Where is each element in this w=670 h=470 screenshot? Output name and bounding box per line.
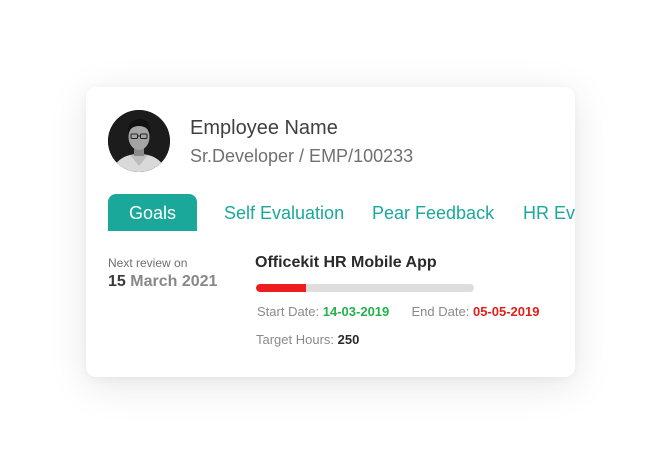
start-date-value: 14-03-2019 <box>322 304 390 319</box>
tab-self-evaluation[interactable]: Self Evaluation <box>224 194 344 232</box>
project-dates: Start Date: 14-03-2019 End Date: 05-05-2… <box>257 304 539 319</box>
avatar <box>108 110 170 172</box>
next-review-date: 15 March 2021 <box>108 273 217 291</box>
tab-goals[interactable]: Goals <box>108 194 198 231</box>
target-hours-label: Target Hours: <box>256 332 335 347</box>
target-hours-value: 250 <box>337 332 360 347</box>
tab-pear-feedback[interactable]: Pear Feedback <box>372 194 494 232</box>
project-title: Officekit HR Mobile App <box>255 254 437 271</box>
tab-hr-evaluation[interactable]: HR Evaluation <box>523 194 575 232</box>
end-date-value: 05-05-2019 <box>472 304 540 319</box>
tab-bar: Goals Self Evaluation Pear Feedback HR E… <box>108 194 575 232</box>
employee-name: Employee Name <box>190 117 338 139</box>
review-day: 15 <box>108 273 126 290</box>
review-month-year: March 2021 <box>130 273 218 290</box>
end-date-label: End Date: <box>411 304 470 319</box>
target-hours: Target Hours: 250 <box>256 332 359 347</box>
employee-card: Employee Name Sr.Developer / EMP/100233 … <box>86 87 575 377</box>
project-progress-fill <box>256 284 307 292</box>
start-date-label: Start Date: <box>257 304 320 319</box>
employee-designation-id: Sr.Developer / EMP/100233 <box>190 146 414 166</box>
project-progress-bar <box>256 284 474 292</box>
next-review-label: Next review on <box>108 256 188 270</box>
